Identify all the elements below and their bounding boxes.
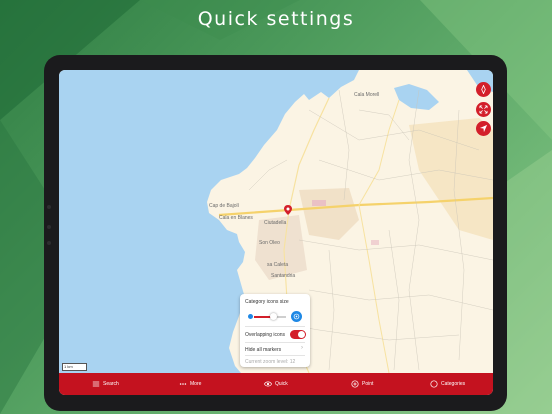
toggle-knob (298, 331, 305, 338)
map-screen[interactable]: Cala Morell Cap de Bajolí Cala en Blanes… (59, 70, 493, 395)
overlapping-icons-label: Overlapping icons (245, 332, 286, 338)
large-icon-indicator (291, 311, 302, 322)
locate-button[interactable] (476, 121, 491, 136)
plus-circle-icon (351, 380, 359, 388)
circle-icon (430, 380, 438, 388)
zoom-level-text: Current zoom level: 12 (245, 359, 296, 365)
small-icon-indicator (248, 314, 253, 319)
tab-quick[interactable]: Quick (264, 373, 288, 395)
tab-categories[interactable]: Categories (430, 373, 465, 395)
map-label: Santandria (271, 273, 296, 279)
divider (245, 342, 305, 343)
tab-label: Point (362, 381, 374, 387)
fullscreen-icon (479, 105, 488, 114)
hide-all-markers-button[interactable]: Hide all markers (245, 347, 281, 353)
tab-label: More (190, 381, 202, 387)
map-label: Cala en Blanes (219, 215, 253, 221)
slider-knob[interactable] (270, 313, 278, 320)
tab-search[interactable]: Search (92, 373, 119, 395)
fullscreen-button[interactable] (476, 102, 491, 117)
scale-bar: 1 km (62, 363, 87, 371)
map-label: sa Caleta (267, 262, 289, 268)
side-dot (47, 225, 51, 229)
list-icon (92, 381, 100, 387)
divider (245, 355, 305, 356)
map-label: Cala Morell (354, 92, 380, 98)
overlapping-icons-toggle[interactable] (290, 330, 306, 339)
headline: Quick settings (197, 8, 355, 30)
location-arrow-icon (479, 124, 488, 133)
chevron-right-icon: › (301, 345, 303, 351)
bottom-tab-bar: Search More Quick Point Categories (59, 373, 493, 395)
map-label: Ciutadella (264, 220, 287, 226)
side-dot (47, 241, 51, 245)
compass-button[interactable] (476, 82, 491, 97)
tab-label: Search (103, 381, 119, 387)
dots-icon (179, 383, 187, 385)
tab-more[interactable]: More (179, 373, 201, 395)
tab-point[interactable]: Point (351, 373, 373, 395)
location-pin-icon[interactable] (283, 205, 293, 215)
quick-settings-panel: Category icons size Overlapping icons Hi… (240, 294, 310, 367)
category-icons-size-label: Category icons size (245, 299, 289, 305)
icon-size-slider[interactable] (254, 313, 286, 320)
category-icon (293, 313, 300, 320)
eye-icon (264, 381, 272, 387)
map-label: Cap de Bajolí (209, 203, 240, 209)
divider (245, 326, 305, 327)
tab-label: Quick (275, 381, 288, 387)
side-dot (47, 205, 51, 209)
compass-icon (481, 85, 486, 94)
tab-label: Categories (441, 381, 466, 387)
map-label: Son Oleo (259, 240, 280, 246)
